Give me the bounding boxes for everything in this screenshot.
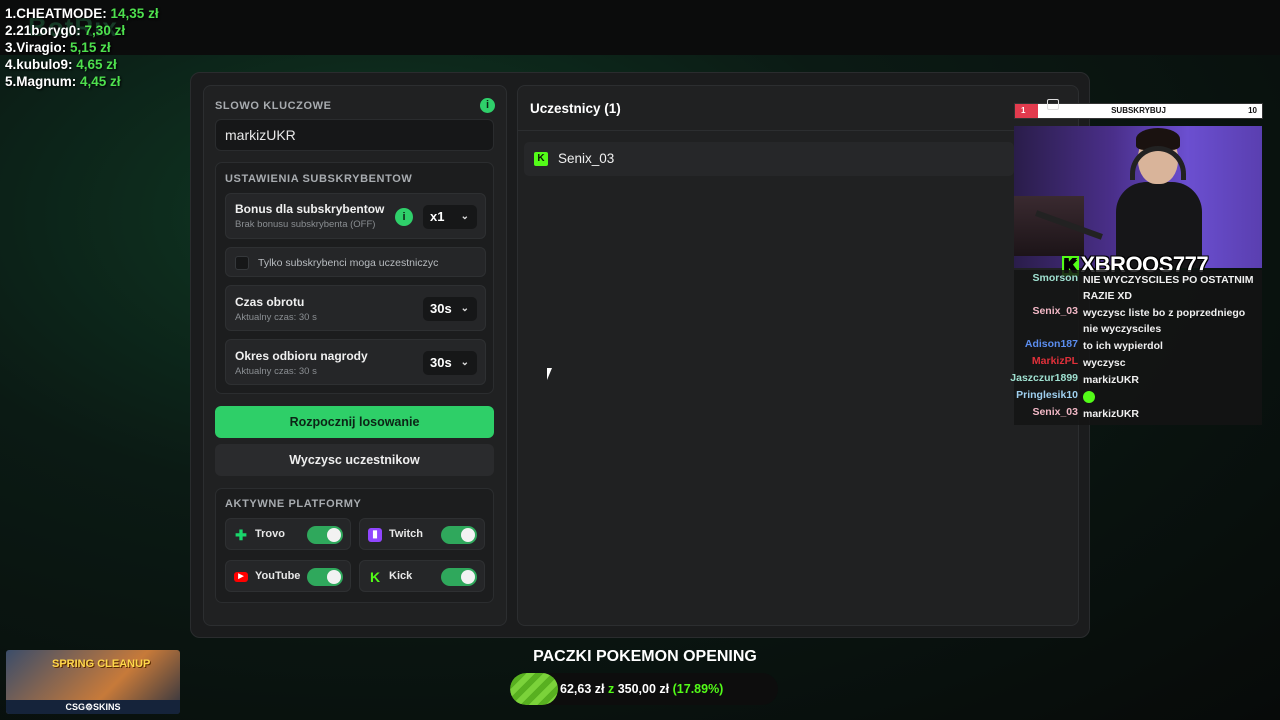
chat-username: Adison187 bbox=[1024, 338, 1078, 350]
info-icon[interactable]: i bbox=[480, 98, 495, 113]
chat-overlay: Smorson NIE WYCZYSCILES PO OSTATNIM RAZI… bbox=[1010, 270, 1262, 425]
active-platforms: AKTYWNE PLATFORMY ✚ Trovo ▮ Twitch ▶ You… bbox=[215, 488, 494, 603]
platform-youtube: ▶ YouTube bbox=[225, 560, 351, 592]
trovo-toggle[interactable] bbox=[307, 526, 343, 544]
bonus-title: Bonus dla subskrybentow bbox=[235, 202, 385, 216]
subscribers-only-checkbox[interactable] bbox=[235, 256, 249, 270]
donation-leaderboard: 1.CHEATMODE: 14,35 zł 2.21boryg0: 7,30 z… bbox=[5, 5, 159, 90]
platforms-label: AKTYWNE PLATFORMY bbox=[225, 498, 362, 510]
platform-name: Twitch bbox=[389, 528, 424, 540]
subscriber-bonus-card: Bonus dla subskrybentow Brak bonusu subs… bbox=[225, 193, 486, 239]
participants-column: Uczestnicy (1) K Senix_03 bbox=[517, 85, 1079, 626]
leaderboard-row: 1.CHEATMODE: 14,35 zł bbox=[5, 6, 159, 21]
platform-kick: K Kick bbox=[359, 560, 485, 592]
chevron-down-icon: ⌄ bbox=[460, 211, 469, 222]
subscribers-only-card[interactable]: Tylko subskrybenci moga uczestniczyc bbox=[225, 247, 486, 277]
twitch-icon: ▮ bbox=[368, 528, 382, 542]
spin-time-title: Czas obrotu bbox=[235, 295, 305, 309]
chat-text: wyczysc bbox=[1083, 357, 1126, 369]
kick-icon: K bbox=[534, 152, 548, 166]
mouse-cursor bbox=[547, 368, 557, 380]
chat-text: NIE WYCZYSCILES PO OSTATNIM RAZIE XD bbox=[1083, 274, 1254, 302]
participant-item[interactable]: K Senix_03 bbox=[524, 142, 1014, 176]
sub-count-target: 10 bbox=[1248, 106, 1257, 115]
copy-icon[interactable] bbox=[1047, 99, 1059, 110]
trovo-icon: ✚ bbox=[235, 527, 247, 543]
keyword-label: SLOWO KLUCZOWE bbox=[215, 100, 332, 112]
webcam-feed bbox=[1014, 126, 1262, 268]
keyword-input[interactable]: markizUKR bbox=[215, 119, 494, 151]
start-draw-button[interactable]: Rozpocznij losowanie bbox=[215, 406, 494, 438]
participants-header: Uczestnicy (1) bbox=[518, 86, 1078, 131]
claim-time-subtitle: Aktualny czas: 30 s bbox=[235, 366, 317, 377]
platform-twitch: ▮ Twitch bbox=[359, 518, 485, 550]
goal-title: PACZKI POKEMON OPENING bbox=[533, 648, 757, 665]
platform-name: Kick bbox=[389, 570, 413, 582]
chat-username: Pringlesik10 bbox=[1016, 389, 1078, 401]
subscriber-settings: USTAWIENIA SUBSKRYBENTOW Bonus dla subsk… bbox=[215, 162, 494, 394]
streamer-figure bbox=[1116, 128, 1202, 268]
chat-username: Senix_03 bbox=[1032, 305, 1078, 317]
participant-name: Senix_03 bbox=[558, 151, 615, 166]
chat-username: Senix_03 bbox=[1032, 406, 1078, 418]
twitch-toggle[interactable] bbox=[441, 526, 477, 544]
clear-participants-button[interactable]: Wyczysc uczestnikow bbox=[215, 444, 494, 476]
participants-title: Uczestnicy (1) bbox=[530, 101, 621, 116]
platform-name: Trovo bbox=[255, 528, 285, 540]
top-bar bbox=[0, 0, 1280, 55]
leaderboard-row: 4.kubulo9: 4,65 zł bbox=[5, 57, 117, 72]
chat-username: Jaszczur1899 bbox=[1010, 372, 1078, 384]
chat-text: to ich wypierdol bbox=[1083, 340, 1163, 352]
goal-progress-text: 62,63 zł z 350,00 zł (17.89%) bbox=[560, 682, 724, 696]
leaderboard-row: 2.21boryg0: 7,30 zł bbox=[5, 23, 126, 38]
platform-trovo: ✚ Trovo bbox=[225, 518, 351, 550]
spin-time-card: Czas obrotu Aktualny czas: 30 s 30s ⌄ bbox=[225, 285, 486, 331]
chat-text: markizUKR bbox=[1083, 374, 1140, 386]
youtube-toggle[interactable] bbox=[307, 568, 343, 586]
goal-progress-bar: 62,63 zł z 350,00 zł (17.89%) bbox=[510, 673, 778, 705]
leaderboard-row: 5.Magnum: 4,45 zł bbox=[5, 74, 121, 89]
bonus-info-icon[interactable]: i bbox=[395, 208, 413, 226]
emote-icon bbox=[1083, 391, 1095, 403]
claim-time-select[interactable]: 30s ⌄ bbox=[423, 351, 477, 375]
settings-column: SLOWO KLUCZOWE i markizUKR USTAWIENIA SU… bbox=[203, 85, 507, 626]
platform-name: YouTube bbox=[255, 570, 301, 582]
kick-icon: K bbox=[369, 569, 381, 585]
chat-text: wyczysc liste bo z poprzedniego nie wycz… bbox=[1083, 307, 1246, 335]
chat-username: MarkizPL bbox=[1031, 355, 1078, 367]
chat-text: markizUKR bbox=[1083, 408, 1140, 420]
sponsor-brand: CSG⚙SKINS bbox=[6, 700, 180, 714]
spin-time-subtitle: Aktualny czas: 30 s bbox=[235, 312, 317, 323]
subscribers-only-label: Tylko subskrybenci moga uczestniczyc bbox=[258, 257, 439, 269]
subscriber-settings-label: USTAWIENIA SUBSKRYBENTOW bbox=[225, 173, 413, 185]
claim-time-title: Okres odbioru nagrody bbox=[235, 349, 368, 363]
chat-username: Smorson bbox=[1032, 272, 1078, 284]
youtube-icon: ▶ bbox=[234, 572, 248, 582]
chevron-down-icon: ⌄ bbox=[460, 357, 469, 368]
chevron-down-icon: ⌄ bbox=[460, 303, 469, 314]
goal-progress-fill bbox=[510, 673, 558, 705]
bonus-multiplier-select[interactable]: x1 ⌄ bbox=[423, 205, 477, 229]
giveaway-panel: SLOWO KLUCZOWE i markizUKR USTAWIENIA SU… bbox=[190, 72, 1090, 638]
bonus-subtitle: Brak bonusu subskrybenta (OFF) bbox=[235, 219, 376, 230]
kick-toggle[interactable] bbox=[441, 568, 477, 586]
claim-time-card: Okres odbioru nagrody Aktualny czas: 30 … bbox=[225, 339, 486, 385]
spin-time-select[interactable]: 30s ⌄ bbox=[423, 297, 477, 321]
leaderboard-row: 3.Viragio: 5,15 zł bbox=[5, 40, 111, 55]
